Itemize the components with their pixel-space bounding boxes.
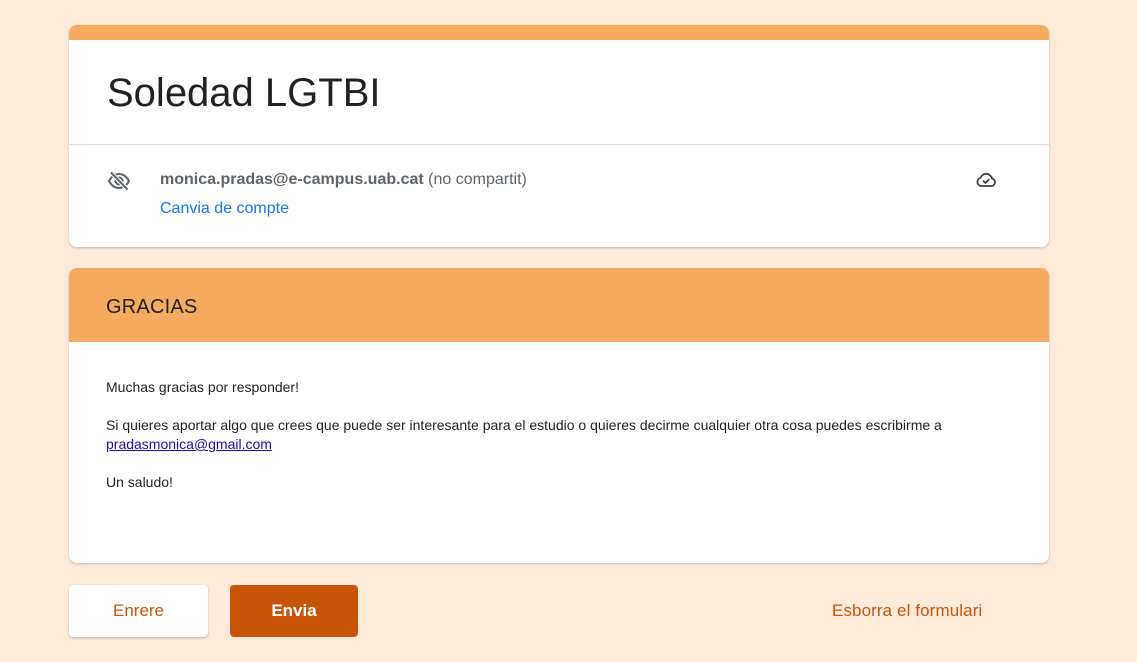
- contact-email-link[interactable]: pradasmonica@gmail.com: [106, 436, 272, 452]
- switch-account-link[interactable]: Canvia de compte: [160, 198, 289, 220]
- divider: [69, 144, 1049, 145]
- theme-accent-bar: [69, 25, 1049, 40]
- section-header: GRACIAS: [69, 268, 1049, 342]
- closing-paragraph: Un saludo!: [106, 474, 173, 490]
- account-info: monica.pradas@e-campus.uab.cat (no compa…: [160, 169, 527, 191]
- form-title: Soledad LGTBI: [107, 71, 381, 115]
- contact-text: Si quieres aportar algo que crees que pu…: [106, 417, 942, 433]
- eye-off-icon: [107, 169, 131, 193]
- shared-status: (no compartit): [428, 171, 527, 188]
- section-description: Muchas gracias por responder! Si quieres…: [106, 378, 1026, 511]
- cloud-check-icon: [974, 168, 998, 192]
- submit-button[interactable]: Envia: [230, 585, 358, 637]
- back-button[interactable]: Enrere: [69, 585, 208, 637]
- account-email: monica.pradas@e-campus.uab.cat: [160, 171, 424, 188]
- clear-form-button[interactable]: Esborra el formulari: [832, 599, 982, 623]
- form-title-card: Soledad LGTBI monica.pradas@e-campus.uab…: [69, 25, 1049, 247]
- section-card: GRACIAS Muchas gracias por responder! Si…: [69, 268, 1049, 563]
- section-title: GRACIAS: [106, 296, 198, 318]
- contact-paragraph: Si quieres aportar algo que crees que pu…: [106, 416, 1026, 454]
- thanks-paragraph: Muchas gracias por responder!: [106, 379, 299, 395]
